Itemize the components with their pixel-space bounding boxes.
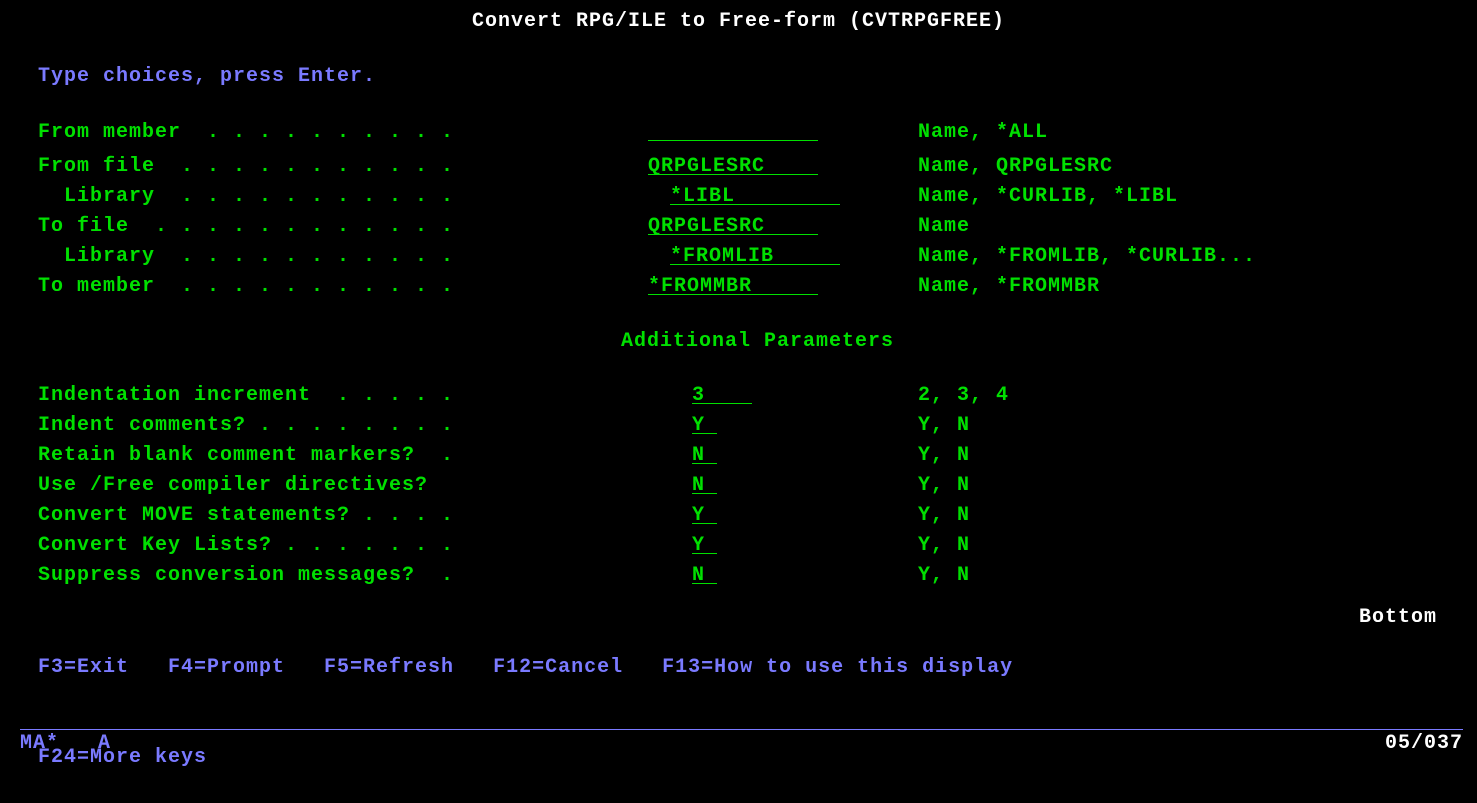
from-file-input[interactable]: QRPGLESRC [648,152,818,175]
convert-klist-choices: Y, N [918,531,1477,561]
from-member-input[interactable] [648,118,818,141]
indent-incr-label: Indentation increment . . . . . [38,381,648,411]
from-member-label: From member . . . . . . . . . . [38,118,648,152]
use-free-input[interactable]: N [692,471,717,494]
to-member-input[interactable]: *FROMMBR [648,272,818,295]
from-lib-input[interactable]: *LIBL [670,182,840,205]
retain-blank-choices: Y, N [918,441,1477,471]
from-file-label: From file . . . . . . . . . . . [38,152,648,182]
cursor-position: 05/037 [1385,732,1463,755]
to-member-choices: Name, *FROMMBR [918,272,1477,302]
status-indicator: MA* A [20,732,111,755]
convert-move-label: Convert MOVE statements? . . . . [38,501,648,531]
indent-cmt-label: Indent comments? . . . . . . . . [38,411,648,441]
to-member-label: To member . . . . . . . . . . . [38,272,648,302]
convert-move-input[interactable]: Y [692,501,717,524]
suppress-msg-choices: Y, N [918,561,1477,591]
indent-cmt-choices: Y, N [918,411,1477,441]
from-member-choices: Name, *ALL [918,118,1477,152]
indent-incr-input[interactable]: 3 [692,381,752,404]
to-lib-label: Library . . . . . . . . . . . [38,242,648,272]
to-lib-input[interactable]: *FROMLIB [670,242,840,265]
additional-params-header: Additional Parameters [38,330,1477,353]
to-file-choices: Name [918,212,1477,242]
convert-klist-label: Convert Key Lists? . . . . . . . [38,531,648,561]
retain-blank-input[interactable]: N [692,441,717,464]
indent-incr-choices: 2, 3, 4 [918,381,1477,411]
to-file-label: To file . . . . . . . . . . . . [38,212,648,242]
indent-cmt-input[interactable]: Y [692,411,717,434]
retain-blank-label: Retain blank comment markers? . [38,441,648,471]
suppress-msg-label: Suppress conversion messages? . [38,561,648,591]
page-title: Convert RPG/ILE to Free-form (CVTRPGFREE… [0,0,1477,33]
from-file-choices: Name, QRPGLESRC [918,152,1477,182]
from-lib-label: Library . . . . . . . . . . . [38,182,648,212]
scroll-position-indicator: Bottom [1359,606,1437,629]
use-free-label: Use /Free compiler directives? [38,471,648,501]
to-file-input[interactable]: QRPGLESRC [648,212,818,235]
convert-move-choices: Y, N [918,501,1477,531]
from-lib-choices: Name, *CURLIB, *LIBL [918,182,1477,212]
to-lib-choices: Name, *FROMLIB, *CURLIB... [918,242,1477,272]
suppress-msg-input[interactable]: N [692,561,717,584]
function-keys-line1: F3=Exit F4=Prompt F5=Refresh F12=Cancel … [38,653,1477,683]
convert-klist-input[interactable]: Y [692,531,717,554]
instruction-text: Type choices, press Enter. [38,65,1477,88]
use-free-choices: Y, N [918,471,1477,501]
